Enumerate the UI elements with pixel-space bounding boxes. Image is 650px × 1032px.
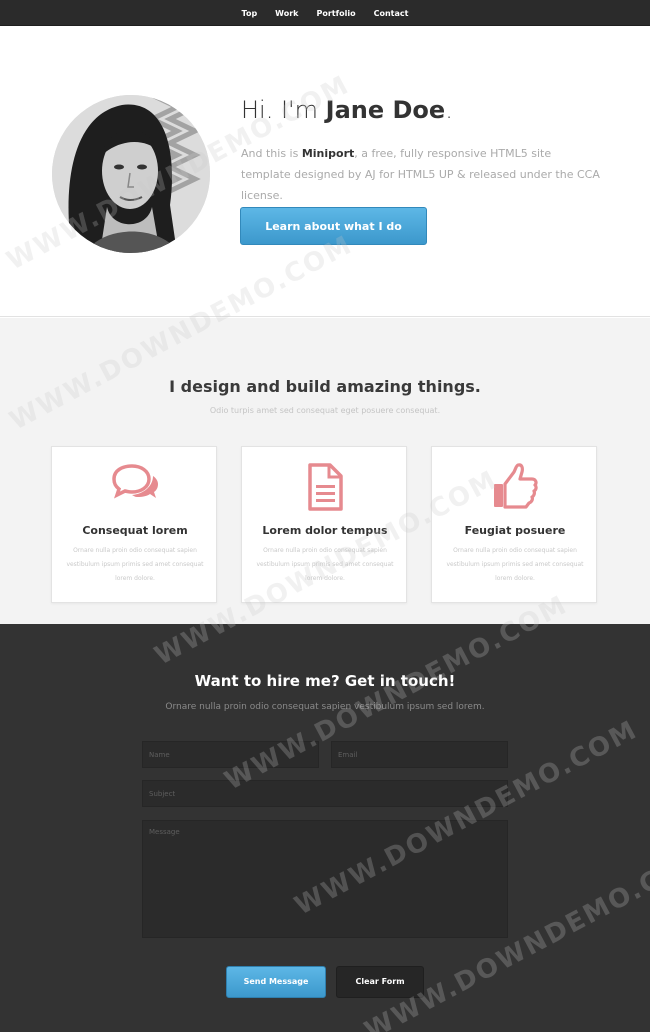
name-field[interactable]: Name (142, 741, 319, 768)
hero-section: Hi. I'm Jane Doe. And this is Miniport, … (0, 26, 650, 317)
portrait-image (52, 95, 210, 253)
hero-name: Jane Doe (325, 96, 446, 124)
contact-section: Want to hire me? Get in touch! Ornare nu… (0, 624, 650, 1032)
card-title: Feugiat posuere (464, 524, 566, 537)
card-description: Ornare nulla proin odio consequat sapien… (256, 547, 394, 582)
feature-card: Lorem dolor tempus Ornare nulla proin od… (241, 446, 407, 603)
document-icon (308, 463, 343, 511)
feature-card: Feugiat posuere Ornare nulla proin odio … (431, 446, 597, 603)
work-title: I design and build amazing things. (169, 377, 481, 396)
card-description: Ornare nulla proin odio consequat sapien… (66, 547, 204, 582)
contact-subtitle: Ornare nulla proin odio consequat sapien… (165, 702, 485, 712)
comments-icon (112, 464, 158, 499)
card-title: Consequat lorem (82, 524, 188, 537)
card-title: Lorem dolor tempus (262, 524, 388, 537)
card-description: Ornare nulla proin odio consequat sapien… (446, 547, 584, 582)
nav-item-top[interactable]: Top (242, 9, 258, 18)
work-subtitle: Odio turpis amet sed consequat eget posu… (209, 406, 441, 415)
send-message-button[interactable]: Send Message (226, 966, 326, 998)
top-nav: Top Work Portfolio Contact (0, 0, 650, 26)
clear-form-button[interactable]: Clear Form (336, 966, 424, 998)
hero-title: Hi. I'm Jane Doe. (241, 96, 453, 124)
message-field[interactable]: Message (142, 820, 508, 938)
contact-title: Want to hire me? Get in touch! (194, 672, 456, 690)
hero-description: And this is Miniport, a free, fully resp… (241, 147, 600, 202)
email-field[interactable]: Email (331, 741, 508, 768)
hero-highlight: Miniport (301, 147, 355, 160)
nav-item-portfolio[interactable]: Portfolio (316, 9, 355, 18)
nav-item-work[interactable]: Work (275, 9, 298, 18)
work-section: I design and build amazing things. Odio … (0, 318, 650, 624)
nav-item-contact[interactable]: Contact (374, 9, 409, 18)
thumbs-up-icon (494, 463, 538, 509)
subject-field[interactable]: Subject (142, 780, 508, 807)
learn-more-button[interactable]: Learn about what I do (240, 207, 427, 245)
feature-card: Consequat lorem Ornare nulla proin odio … (51, 446, 217, 603)
